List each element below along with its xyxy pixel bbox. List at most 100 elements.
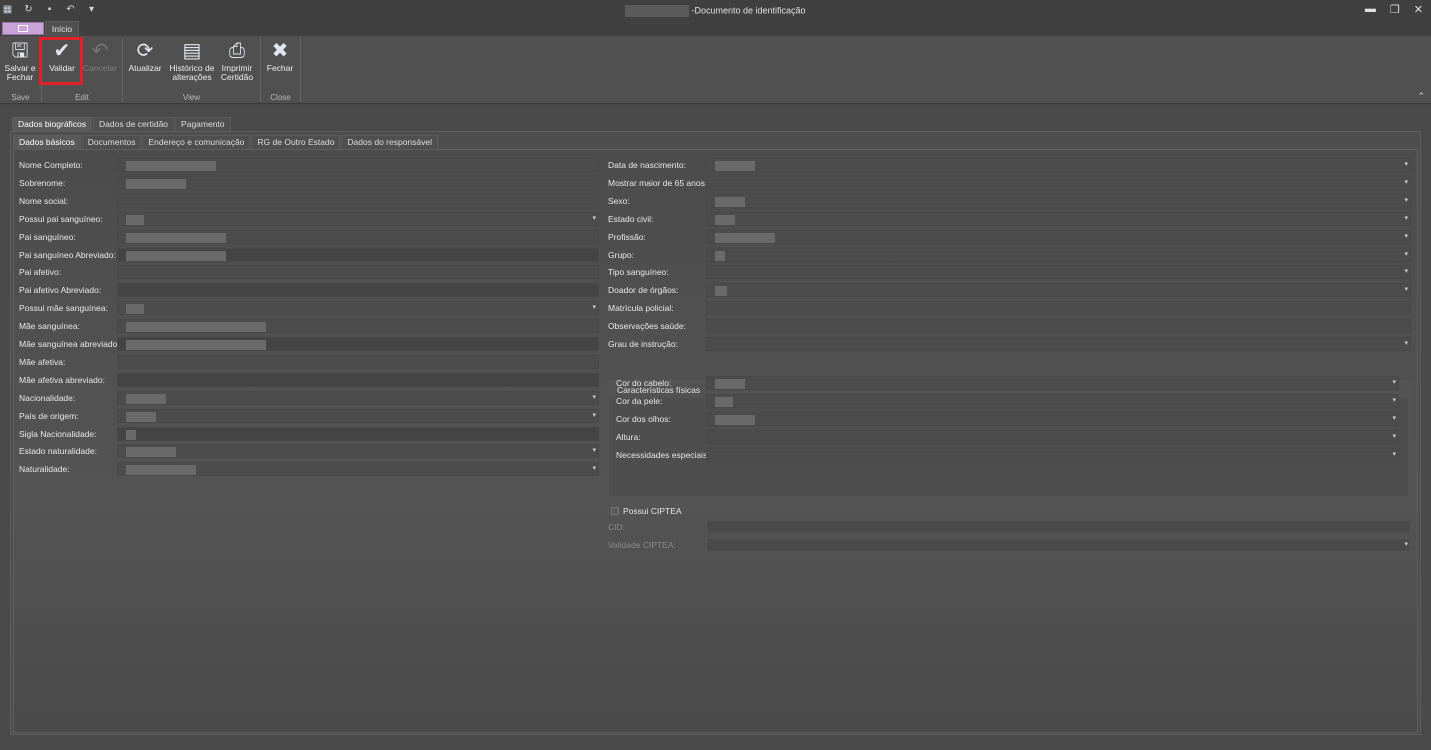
text-field[interactable] [117, 265, 599, 280]
chevron-down-icon[interactable]: ▾ [592, 411, 596, 419]
text-field[interactable] [117, 283, 599, 298]
chevron-down-icon[interactable]: ▾ [1404, 214, 1408, 222]
chevron-down-icon[interactable]: ▾ [1404, 178, 1408, 186]
save-close-button[interactable]: 🖫 Salvar e Fechar [0, 40, 40, 82]
field-label: Mãe afetiva: [19, 356, 66, 367]
text-field[interactable] [117, 247, 599, 262]
dropdown-field[interactable]: ▾ [706, 412, 1399, 426]
dropdown-field[interactable]: ▾ [706, 337, 1411, 351]
field-label: Possui pai sanguíneo: [19, 213, 103, 224]
form-row: Pai sanguíneo: [19, 229, 599, 244]
tab-dados-responsavel[interactable]: Dados do responsável [341, 135, 439, 149]
form-row: Observações saúde: [608, 319, 1411, 334]
chevron-down-icon[interactable]: ▾ [1404, 250, 1408, 258]
chevron-down-icon[interactable]: ▾ [1392, 378, 1396, 386]
tab-documentos[interactable]: Documentos [81, 135, 142, 149]
redacted-value [126, 232, 226, 243]
form-row: Matrícula policial: [608, 301, 1411, 316]
chevron-down-icon[interactable]: ▾ [592, 446, 596, 454]
chevron-down-icon[interactable]: ▾ [1392, 414, 1396, 422]
dropdown-field[interactable]: ▾ [706, 283, 1411, 298]
text-field[interactable] [117, 229, 599, 244]
text-field[interactable] [117, 426, 599, 441]
form-row: Pai sanguíneo Abreviado: [19, 247, 599, 262]
text-field[interactable] [117, 193, 599, 208]
form-row: Data de nascimento: ▾ [608, 158, 1411, 172]
refresh-button[interactable]: ⟳ Atualizar [125, 40, 165, 73]
minimize-icon[interactable]: ▬ [1365, 3, 1376, 16]
form-row: Sobrenome: [19, 175, 599, 190]
tab-home[interactable]: Início [45, 21, 79, 36]
text-field[interactable] [706, 520, 1411, 534]
form-row: Mãe sanguínea: [19, 319, 599, 334]
chevron-down-icon[interactable]: ▾ [1392, 396, 1396, 404]
dropdown-field[interactable]: ▾ [706, 175, 1411, 190]
dropdown-field[interactable]: ▾ [706, 394, 1399, 408]
chevron-down-icon[interactable]: ▾ [1392, 450, 1396, 458]
restore-icon[interactable]: ❐ [1390, 3, 1400, 16]
chevron-down-icon[interactable]: ▾ [1404, 232, 1408, 240]
chevron-down-icon[interactable]: ▾ [1392, 432, 1396, 440]
print-certificate-button[interactable]: ⎙ Imprimir Certidão [217, 40, 257, 82]
collapse-ribbon-icon[interactable]: ⌃ [1417, 91, 1425, 102]
chevron-down-icon[interactable]: ▾ [1404, 540, 1408, 548]
close-icon[interactable]: ✕ [1414, 3, 1423, 16]
file-tab[interactable] [2, 22, 44, 35]
dropdown-field[interactable]: ▾ [706, 430, 1399, 444]
chevron-down-icon[interactable]: ▾ [1404, 267, 1408, 275]
tab-rg-outro-estado[interactable]: RG de Outro Estado [251, 135, 341, 149]
tab-dados-certidao[interactable]: Dados de certidão [93, 117, 175, 131]
text-field[interactable] [117, 372, 599, 387]
field-label: Validade CIPTEA: [608, 540, 676, 550]
chevron-down-icon[interactable]: ▾ [592, 464, 596, 472]
dropdown-field[interactable]: ▾ [706, 193, 1411, 208]
dropdown-field[interactable]: ▾ [117, 390, 599, 405]
dropdown-field[interactable]: ▾ [117, 462, 599, 477]
text-field[interactable] [117, 158, 599, 172]
text-field[interactable] [117, 354, 599, 369]
dropdown-field[interactable]: ▾ [706, 538, 1411, 552]
dropdown-field[interactable]: ▾ [706, 158, 1411, 172]
form-row: Grau de instrução: ▾ [608, 337, 1411, 351]
text-field[interactable] [706, 301, 1411, 316]
history-button[interactable]: ▤ Histórico de alterações [169, 40, 215, 82]
dropdown-field[interactable]: ▾ [706, 376, 1399, 390]
tab-dados-basicos[interactable]: Dados básicos [13, 135, 81, 149]
text-field[interactable] [117, 337, 599, 351]
dropdown-field[interactable]: ▾ [706, 247, 1411, 262]
redacted-value [715, 196, 745, 207]
tab-pagamento[interactable]: Pagamento [175, 117, 231, 131]
chevron-down-icon[interactable]: ▾ [592, 214, 596, 222]
tab-dados-biograficos[interactable]: Dados biográficos [12, 117, 93, 131]
dropdown-field[interactable]: ▾ [706, 265, 1411, 280]
history-icon: ▤ [182, 40, 202, 62]
text-field[interactable] [117, 319, 599, 334]
redacted-value [715, 286, 727, 297]
form-row: Sigla Nacionalidade: [19, 426, 599, 441]
chevron-down-icon[interactable]: ▾ [1404, 339, 1408, 347]
field-label: Pai afetivo Abreviado: [19, 285, 102, 296]
close-button[interactable]: ✖ Fechar [260, 40, 300, 73]
text-field[interactable] [117, 175, 599, 190]
chevron-down-icon[interactable]: ▾ [1404, 160, 1408, 168]
dropdown-field[interactable]: ▾ [117, 301, 599, 316]
field-label: Sexo: [608, 195, 630, 206]
form-row: Altura: ▾ [616, 430, 1399, 444]
chevron-down-icon[interactable]: ▾ [1404, 285, 1408, 293]
chevron-down-icon[interactable]: ▾ [1404, 196, 1408, 204]
chevron-down-icon[interactable]: ▾ [592, 303, 596, 311]
dropdown-field[interactable]: ▾ [117, 408, 599, 423]
dropdown-field[interactable]: ▾ [706, 448, 1399, 462]
form-row: Nacionalidade: ▾ [19, 390, 599, 405]
floppy-icon: 🖫 [11, 40, 29, 62]
chevron-down-icon[interactable]: ▾ [592, 393, 596, 401]
dropdown-field[interactable]: ▾ [117, 444, 599, 459]
cancel-button[interactable]: ↶ Cancelar [80, 40, 120, 73]
dropdown-field[interactable]: ▾ [117, 211, 599, 226]
dropdown-field[interactable]: ▾ [706, 211, 1411, 226]
ciptea-checkbox[interactable]: Possui CIPTEA [611, 506, 682, 516]
field-label: Mãe sanguínea abreviado: [19, 339, 120, 349]
dropdown-field[interactable]: ▾ [706, 229, 1411, 244]
text-field[interactable] [706, 319, 1411, 334]
tab-endereco[interactable]: Endereço e comunicação [142, 135, 251, 149]
